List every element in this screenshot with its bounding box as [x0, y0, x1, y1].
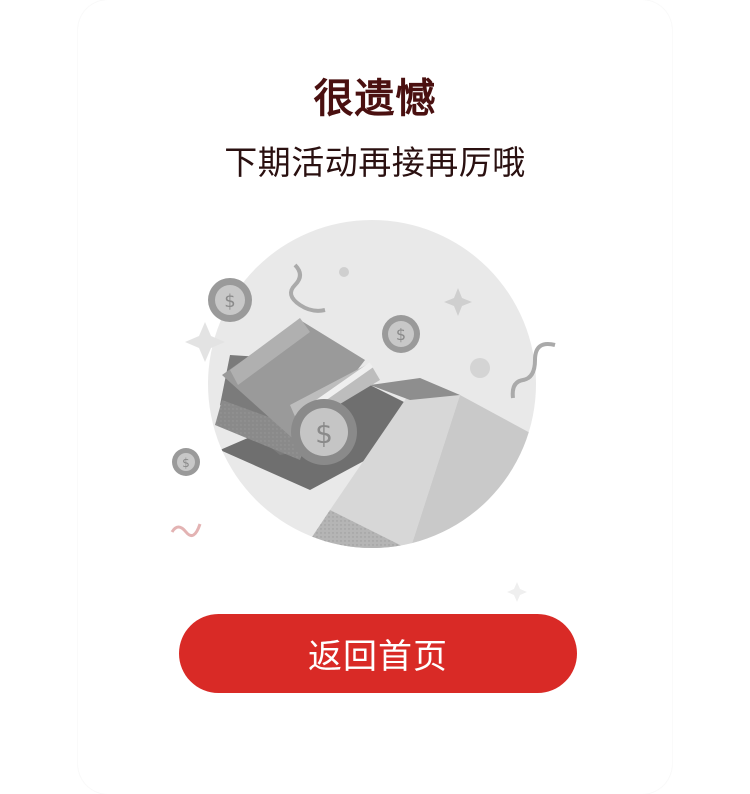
coin-icon: $ — [382, 315, 420, 353]
svg-text:$: $ — [182, 456, 190, 470]
result-title: 很遗憾 — [313, 76, 437, 122]
coin-icon: $ — [172, 448, 200, 476]
coin-icon: $ — [208, 278, 252, 322]
result-subtitle: 下期活动再接再厉哦 — [224, 143, 526, 182]
squiggle-icon — [170, 523, 202, 538]
empty-wallet-coins-illustration: $ $ $ $ — [170, 220, 556, 602]
svg-text:$: $ — [224, 291, 235, 312]
sparkle-icon — [507, 582, 527, 602]
coin-icon: $ — [291, 399, 357, 465]
svg-text:$: $ — [315, 417, 333, 450]
svg-text:$: $ — [396, 325, 406, 344]
home-button[interactable]: 返回首页 — [179, 614, 577, 693]
